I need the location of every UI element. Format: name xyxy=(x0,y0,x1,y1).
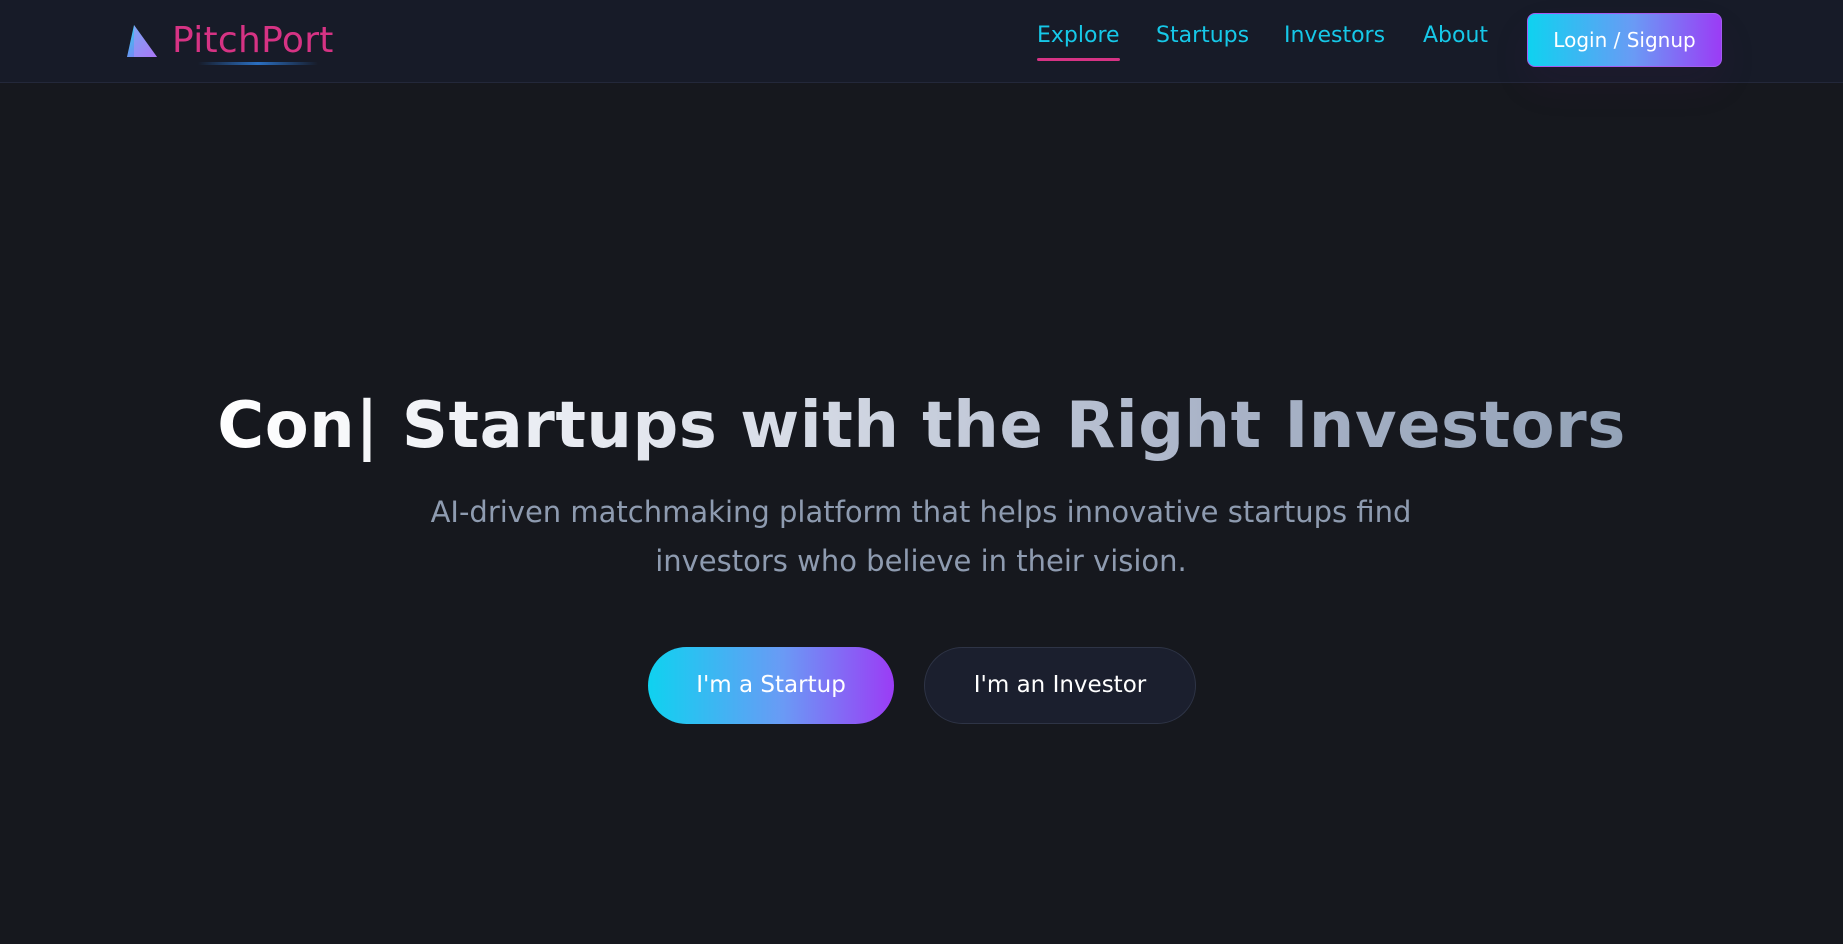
triangle-logo-icon xyxy=(124,24,158,58)
nav-item-explore[interactable]: Explore xyxy=(1037,18,1120,61)
brand-logo-link[interactable]: PitchPort xyxy=(124,18,334,64)
investor-button[interactable]: I'm an Investor xyxy=(924,647,1196,724)
startup-button[interactable]: I'm a Startup xyxy=(648,647,894,724)
brand-name: PitchPort xyxy=(172,20,334,61)
brand-underline xyxy=(198,62,318,65)
nav-item-startups[interactable]: Startups xyxy=(1156,18,1249,54)
hero-subtitle: AI-driven matchmaking platform that help… xyxy=(430,495,1412,578)
nav-item-investors[interactable]: Investors xyxy=(1284,18,1385,54)
nav-item-about[interactable]: About xyxy=(1423,18,1488,54)
hero-title-text: Con| Startups with the Right Investors xyxy=(217,389,1626,463)
login-signup-button[interactable]: Login / Signup xyxy=(1527,13,1722,67)
hero-title: Con| Startups with the Right Investors xyxy=(0,388,1843,464)
navbar: PitchPort Explore Startups Investors Abo… xyxy=(0,0,1843,83)
